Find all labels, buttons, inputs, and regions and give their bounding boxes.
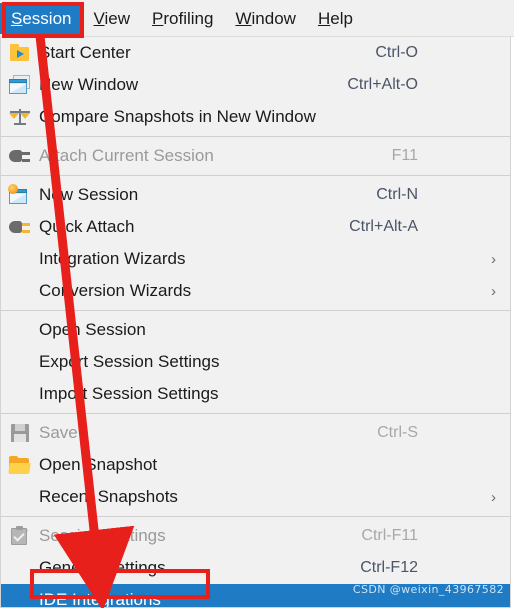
menu-item-shortcut: Ctrl+Alt-O <box>347 76 418 93</box>
menu-item-label: Open Snapshot <box>39 455 158 474</box>
menu-item-icon-slot <box>1 247 39 271</box>
menu-item-icon-slot <box>1 485 39 509</box>
menu-item-general-settings[interactable]: General Settings Ctrl-F12 <box>1 552 510 584</box>
menu-separator <box>1 136 510 137</box>
menu-item-export-session-settings[interactable]: Export Session Settings <box>1 346 510 378</box>
menu-item-start-center[interactable]: Start Center Ctrl-O <box>1 37 510 69</box>
menu-separator <box>1 175 510 176</box>
plug-gold-icon <box>9 217 31 237</box>
menubar-item-profiling[interactable]: Profiling <box>141 3 224 34</box>
menu-item-label: Recent Snapshots <box>39 487 178 506</box>
menu-bar: Session View Profiling Window Help <box>0 0 514 37</box>
menu-item-icon-slot <box>1 183 39 207</box>
menu-item-label: Import Session Settings <box>39 384 219 403</box>
plug-icon <box>9 146 31 166</box>
menubar-item-help[interactable]: Help <box>307 3 364 34</box>
chevron-right-icon: › <box>491 488 496 506</box>
menu-item-integration-wizards[interactable]: Integration Wizards › <box>1 243 510 275</box>
menu-item-open-snapshot[interactable]: Open Snapshot <box>1 449 510 481</box>
menu-item-shortcut: Ctrl-N <box>376 186 418 203</box>
chevron-right-icon: › <box>491 282 496 300</box>
menu-item-label: Quick Attach <box>39 217 135 236</box>
menubar-item-view[interactable]: View <box>82 3 141 34</box>
menu-item-label: Session Settings <box>39 526 166 545</box>
menu-item-icon-slot <box>1 318 39 342</box>
menu-item-import-session-settings[interactable]: Import Session Settings <box>1 378 510 410</box>
menu-item-shortcut: Ctrl+Alt-A <box>349 218 418 235</box>
menu-item-open-session[interactable]: Open Session <box>1 314 510 346</box>
new-window-icon <box>9 75 31 95</box>
menu-separator <box>1 516 510 517</box>
menu-item-icon-slot <box>1 556 39 580</box>
menu-item-icon-slot <box>1 382 39 406</box>
menu-item-icon-slot <box>1 215 39 239</box>
menu-item-compare-snapshots-in-new-window[interactable]: Compare Snapshots in New Window <box>1 101 510 133</box>
chevron-right-icon: › <box>491 250 496 268</box>
menu-item-new-session[interactable]: New Session Ctrl-N <box>1 179 510 211</box>
menubar-item-window[interactable]: Window <box>224 3 306 34</box>
menu-item-recent-snapshots[interactable]: Recent Snapshots › <box>1 481 510 513</box>
menu-item-shortcut: Ctrl-S <box>377 424 418 441</box>
new-session-icon <box>8 184 31 205</box>
menu-item-shortcut: Ctrl-O <box>375 44 418 61</box>
menu-item-label: Export Session Settings <box>39 352 220 371</box>
menu-item-attach-current-session: Attach Current Session F11 <box>1 140 510 172</box>
menu-item-conversion-wizards[interactable]: Conversion Wizards › <box>1 275 510 307</box>
menu-item-label: Attach Current Session <box>39 146 214 165</box>
menu-item-label: New Window <box>39 75 139 94</box>
watermark-text: CSDN @weixin_43967582 <box>352 583 504 596</box>
menu-item-label: New Session <box>39 185 139 204</box>
menu-item-icon-slot <box>1 588 39 607</box>
menu-item-label: Open Session <box>39 320 146 339</box>
clipboard-check-icon <box>9 526 31 546</box>
open-folder-icon <box>8 455 31 475</box>
menu-item-icon-slot <box>1 144 39 168</box>
menu-item-icon-slot <box>1 41 39 65</box>
menu-item-label: Integration Wizards <box>39 249 186 268</box>
menu-item-quick-attach[interactable]: Quick Attach Ctrl+Alt-A <box>1 211 510 243</box>
session-menu-dropdown: Start Center Ctrl-O New Window Ctrl+Alt-O Co… <box>0 37 511 608</box>
menu-item-label: Compare Snapshots in New Window <box>39 107 316 126</box>
menu-item-shortcut: F11 <box>391 147 418 164</box>
menu-item-label: Conversion Wizards <box>39 281 192 300</box>
menu-item-label: General Settings <box>39 558 166 577</box>
menubar-item-session[interactable]: Session <box>0 2 83 34</box>
menu-item-icon-slot <box>1 105 39 129</box>
menu-separator <box>1 310 510 311</box>
save-icon <box>9 423 31 443</box>
menu-item-icon-slot <box>1 350 39 374</box>
menu-item-save: Save Ctrl-S <box>1 417 510 449</box>
menu-item-icon-slot <box>1 73 39 97</box>
menu-item-shortcut: Ctrl-F12 <box>360 559 418 576</box>
scales-icon <box>9 107 31 127</box>
menu-item-label: Start Center <box>39 43 131 62</box>
menu-item-shortcut: Ctrl-F11 <box>361 527 418 544</box>
menu-item-new-window[interactable]: New Window Ctrl+Alt-O <box>1 69 510 101</box>
menu-item-session-settings: Session Settings Ctrl-F11 <box>1 520 510 552</box>
menu-item-icon-slot <box>1 453 39 477</box>
menu-separator <box>1 413 510 414</box>
menu-item-icon-slot <box>1 279 39 303</box>
menu-item-icon-slot <box>1 421 39 445</box>
folder-play-icon <box>9 43 31 63</box>
menu-item-label: Save <box>39 423 78 442</box>
menu-item-icon-slot <box>1 524 39 548</box>
